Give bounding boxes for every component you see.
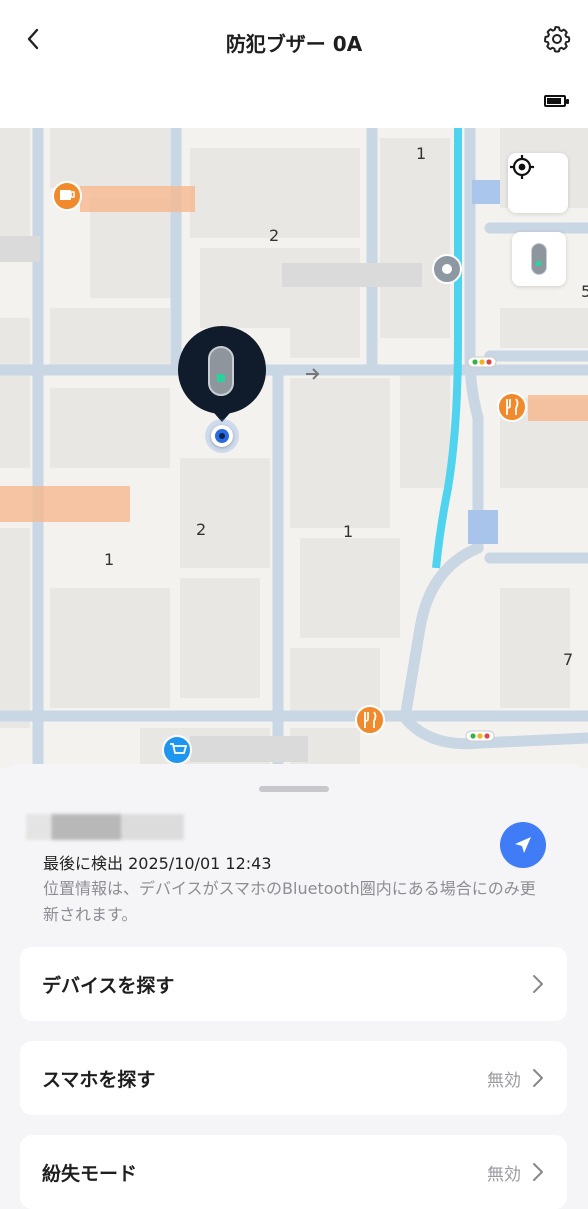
- row-status: 無効: [487, 1070, 521, 1091]
- block-number: 1: [416, 144, 427, 163]
- battery-icon: [544, 95, 569, 107]
- shopping-cart-icon: [162, 735, 192, 765]
- location-pin-icon: [432, 254, 462, 284]
- app-header: 防犯ブザー 0A: [0, 0, 588, 128]
- row-label: 紛失モード: [42, 1162, 138, 1185]
- find-phone-row[interactable]: スマホを探す 無効: [20, 1041, 567, 1115]
- bottom-sheet: 最後に検出 2025/10/01 12:43 位置情報は、デバイスがスマホのBl…: [0, 764, 588, 1209]
- page-title: 防犯ブザー 0A: [225, 32, 363, 56]
- block-number: 2: [196, 520, 207, 539]
- device-buzzer-icon: [208, 346, 234, 396]
- my-location-button[interactable]: [508, 153, 568, 213]
- navigation-arrow-icon: [515, 837, 531, 853]
- restaurant-icon: [355, 705, 385, 735]
- device-locate-icon: [531, 243, 547, 275]
- chevron-right-icon: [533, 975, 543, 993]
- device-owner-name-redacted: [26, 814, 184, 840]
- block-number: 7: [563, 650, 574, 669]
- lost-mode-row[interactable]: 紛失モード 無効: [20, 1135, 567, 1209]
- map-canvas: [0, 128, 588, 768]
- settings-button[interactable]: [542, 24, 572, 54]
- my-location-icon: [510, 155, 534, 179]
- sheet-drag-handle[interactable]: [259, 786, 329, 792]
- find-device-row[interactable]: デバイスを探す: [20, 947, 567, 1021]
- last-seen-text: 最後に検出 2025/10/01 12:43: [43, 854, 272, 873]
- chevron-right-icon: [533, 1069, 543, 1087]
- restaurant-icon: [497, 392, 527, 422]
- map-view[interactable]: 1 2 2 1 1 7 5: [0, 128, 588, 768]
- block-number: 2: [269, 226, 280, 245]
- row-label: デバイスを探す: [42, 974, 175, 997]
- user-location-halo: [205, 419, 239, 453]
- cafe-icon: [52, 181, 82, 211]
- block-number: 1: [343, 522, 354, 541]
- location-info-text: 位置情報は、デバイスがスマホのBluetooth圏内にある場合にのみ更新されます…: [43, 879, 536, 924]
- chevron-right-icon: [533, 1163, 543, 1181]
- block-number: 1: [104, 550, 115, 569]
- gear-icon: [544, 26, 571, 53]
- navigate-button[interactable]: [500, 822, 546, 868]
- device-locate-button[interactable]: [512, 232, 566, 286]
- row-status: 無効: [487, 1164, 521, 1185]
- block-number: 5: [581, 282, 588, 301]
- row-label: スマホを探す: [42, 1068, 156, 1091]
